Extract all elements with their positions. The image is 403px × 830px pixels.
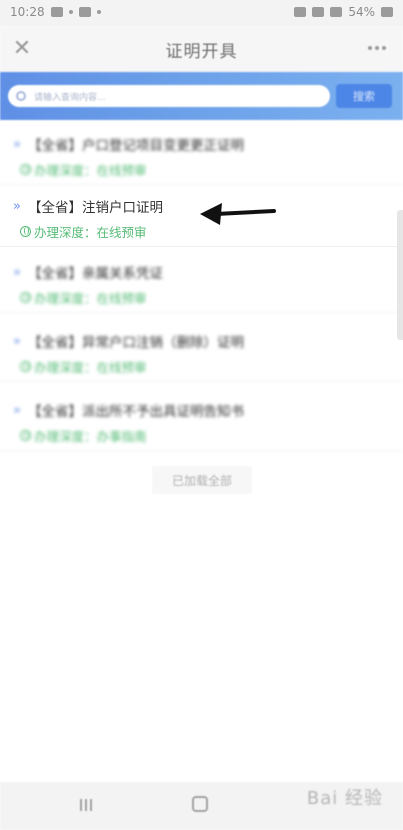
- battery-icon: [381, 7, 393, 17]
- wifi-icon: [312, 7, 325, 17]
- alarm-icon: [294, 7, 307, 17]
- double-chevron-icon: »: [13, 136, 21, 152]
- result-title: 【全省】派出所不予出具证明告知书: [28, 404, 244, 420]
- more-button[interactable]: [365, 38, 389, 58]
- recent-apps-button[interactable]: [80, 798, 96, 812]
- result-depth-row: 办理深度：办事指南: [20, 426, 147, 445]
- double-chevron-icon: »: [13, 264, 21, 280]
- more-dot-icon: [375, 46, 379, 50]
- home-button[interactable]: [192, 796, 208, 812]
- result-item[interactable]: » 【全省】异常户口注销（删除）证明 办理深度：在线预审: [0, 322, 403, 382]
- globe-icon: [20, 164, 31, 175]
- more-dot-icon: [382, 46, 386, 50]
- search-icon: [16, 91, 26, 101]
- result-title: 【全省】亲属关系凭证: [28, 266, 163, 282]
- double-chevron-icon: »: [13, 333, 21, 349]
- result-depth: 办理深度：在线预审: [34, 291, 147, 306]
- globe-icon: [20, 430, 31, 441]
- scroll-handle[interactable]: [397, 210, 403, 340]
- result-depth-row: 办理深度：在线预审: [20, 357, 147, 376]
- result-title-row: » 【全省】注销户口证明: [12, 196, 163, 217]
- status-time: 10:28: [10, 5, 45, 19]
- result-depth-row: 办理深度：在线预审: [20, 222, 147, 241]
- search-placeholder: 请输入查询内容...: [34, 92, 106, 103]
- message-icon: [78, 7, 91, 17]
- result-title-row: » 【全省】异常户口注销（删除）证明: [12, 331, 244, 352]
- search-button[interactable]: 搜索: [336, 84, 392, 108]
- bar-icon: [80, 799, 82, 811]
- search-input[interactable]: 请输入查询内容...: [8, 85, 330, 107]
- more-dot-icon: [368, 46, 372, 50]
- pointer-arrow-icon: [200, 203, 276, 225]
- double-chevron-icon: »: [13, 198, 21, 214]
- status-bar: 10:28 54%: [0, 0, 403, 26]
- watermark-text: Bai 经验: [306, 788, 383, 809]
- result-title-row: » 【全省】派出所不予出具证明告知书: [12, 400, 244, 421]
- app-screen: 10:28 54% ✕ 证明开具 请输入查询内容... 搜索 » 【全省】户口登…: [0, 0, 403, 830]
- wechat-icon: [50, 7, 63, 17]
- result-item[interactable]: » 【全省】亲属关系凭证 办理深度：在线预审: [0, 253, 403, 313]
- globe-icon: [20, 361, 31, 372]
- bar-icon: [85, 799, 87, 811]
- result-title-row: » 【全省】亲属关系凭证: [12, 262, 163, 283]
- result-title: 【全省】注销户口证明: [28, 200, 163, 216]
- signal-icon: [330, 7, 343, 17]
- status-right: 54%: [294, 5, 393, 19]
- dot-icon: [68, 10, 73, 14]
- globe-icon: [20, 226, 31, 237]
- globe-icon: [20, 292, 31, 303]
- result-depth: 办理深度：在线预审: [34, 360, 147, 375]
- result-item[interactable]: » 【全省】户口登记项目变更更正证明 办理深度：在线预审: [0, 125, 403, 185]
- battery-text: 54%: [348, 5, 375, 19]
- result-title: 【全省】异常户口注销（删除）证明: [28, 335, 244, 351]
- loaded-all-text: 已加载全部: [152, 466, 252, 494]
- dot-icon: [96, 10, 101, 14]
- result-depth: 办理深度：办事指南: [34, 429, 147, 444]
- bottom-nav: Bai 经验: [0, 782, 403, 830]
- status-left: 10:28: [10, 5, 101, 19]
- result-item[interactable]: » 【全省】派出所不予出具证明告知书 办理深度：办事指南: [0, 391, 403, 451]
- bar-icon: [90, 799, 92, 811]
- result-depth: 办理深度：在线预审: [34, 225, 147, 240]
- result-depth-row: 办理深度：在线预审: [20, 288, 147, 307]
- search-band: 请输入查询内容... 搜索: [0, 72, 403, 120]
- app-header: ✕ 证明开具: [0, 26, 403, 72]
- result-title-row: » 【全省】户口登记项目变更更正证明: [12, 134, 244, 155]
- result-depth-row: 办理深度：在线预审: [20, 160, 147, 179]
- page-title: 证明开具: [165, 42, 238, 62]
- result-title: 【全省】户口登记项目变更更正证明: [28, 138, 244, 154]
- result-depth: 办理深度：在线预审: [34, 163, 147, 178]
- double-chevron-icon: »: [13, 402, 21, 418]
